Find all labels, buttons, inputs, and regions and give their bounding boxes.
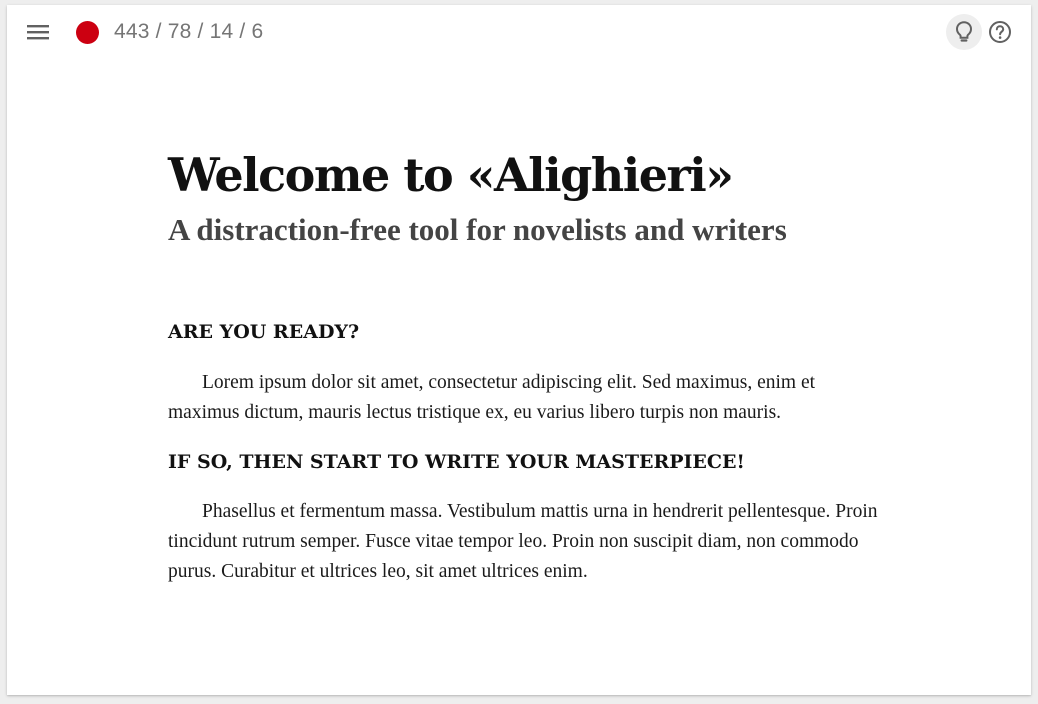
section-paragraph: Phasellus et fermentum massa. Vestibulum… [168,501,878,582]
help-circle-icon [989,21,1011,43]
document-editor[interactable]: Welcome to «Alighieri» A distraction-fre… [168,145,883,587]
document-title: Welcome to «Alighieri» [168,148,734,202]
save-status-indicator[interactable] [76,21,99,44]
document-stats: 443 / 78 / 14 / 6 [114,20,264,43]
section-heading: IF SO, THEN START TO WRITE YOUR MASTERPI… [168,451,745,473]
section-paragraph: Lorem ipsum dolor sit amet, consectetur … [168,372,816,423]
toolbar: 443 / 78 / 14 / 6 [7,5,1031,59]
section-heading: ARE YOU READY? [168,321,360,343]
editor-card: 443 / 78 / 14 / 6 Welcome to «Alighieri»… [7,5,1031,695]
lightbulb-icon [955,21,973,42]
help-button[interactable] [986,18,1014,46]
document-subtitle: A distraction-free tool for novelists an… [168,212,787,247]
menu-button[interactable] [26,21,50,43]
hamburger-menu-icon [27,25,49,40]
tips-button[interactable] [946,14,982,50]
